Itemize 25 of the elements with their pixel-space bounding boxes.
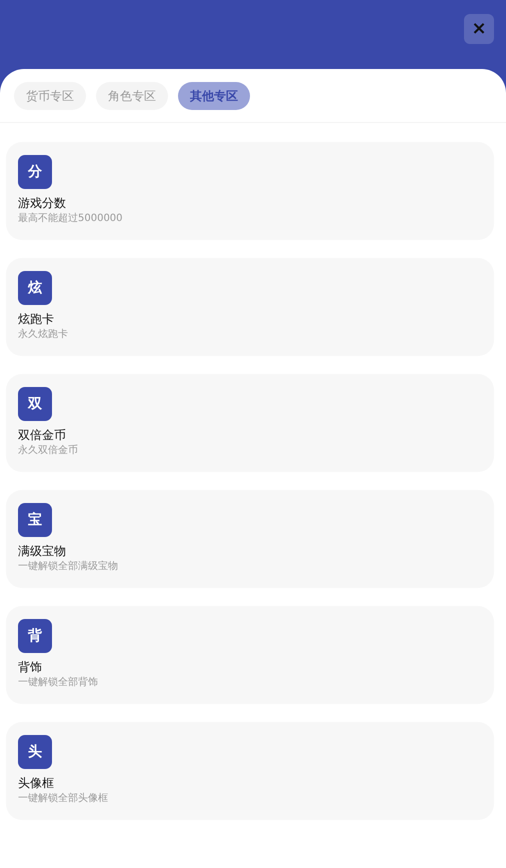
item-title: 头像框 [18, 775, 54, 791]
item-title: 双倍金币 [18, 427, 66, 443]
item-title: 满级宝物 [18, 543, 66, 559]
item-card[interactable]: 宝 满级宝物 一键解锁全部满级宝物 [6, 490, 494, 588]
item-card[interactable]: 炫 炫跑卡 永久炫跑卡 [6, 258, 494, 356]
item-subtitle: 一键解锁全部满级宝物 [18, 560, 118, 574]
badge-icon: 炫 [18, 271, 52, 305]
item-card[interactable]: 分 游戏分数 最高不能超过5000000 [6, 142, 494, 240]
item-title: 游戏分数 [18, 195, 66, 211]
item-subtitle: 一键解锁全部头像框 [18, 792, 108, 806]
item-subtitle: 永久炫跑卡 [18, 328, 68, 342]
item-subtitle: 最高不能超过5000000 [18, 212, 123, 226]
item-card[interactable]: 背 背饰 一键解锁全部背饰 [6, 606, 494, 704]
badge-icon: 双 [18, 387, 52, 421]
item-title: 炫跑卡 [18, 311, 54, 327]
badge-icon: 头 [18, 735, 52, 769]
item-title: 背饰 [18, 659, 42, 675]
item-card[interactable]: 双 双倍金币 永久双倍金币 [6, 374, 494, 472]
badge-icon: 背 [18, 619, 52, 653]
close-button[interactable]: × [464, 14, 494, 44]
badge-icon: 宝 [18, 503, 52, 537]
item-card[interactable]: 头 头像框 一键解锁全部头像框 [6, 722, 494, 820]
badge-icon: 分 [18, 155, 52, 189]
item-subtitle: 永久双倍金币 [18, 444, 78, 458]
item-subtitle: 一键解锁全部背饰 [18, 676, 98, 690]
